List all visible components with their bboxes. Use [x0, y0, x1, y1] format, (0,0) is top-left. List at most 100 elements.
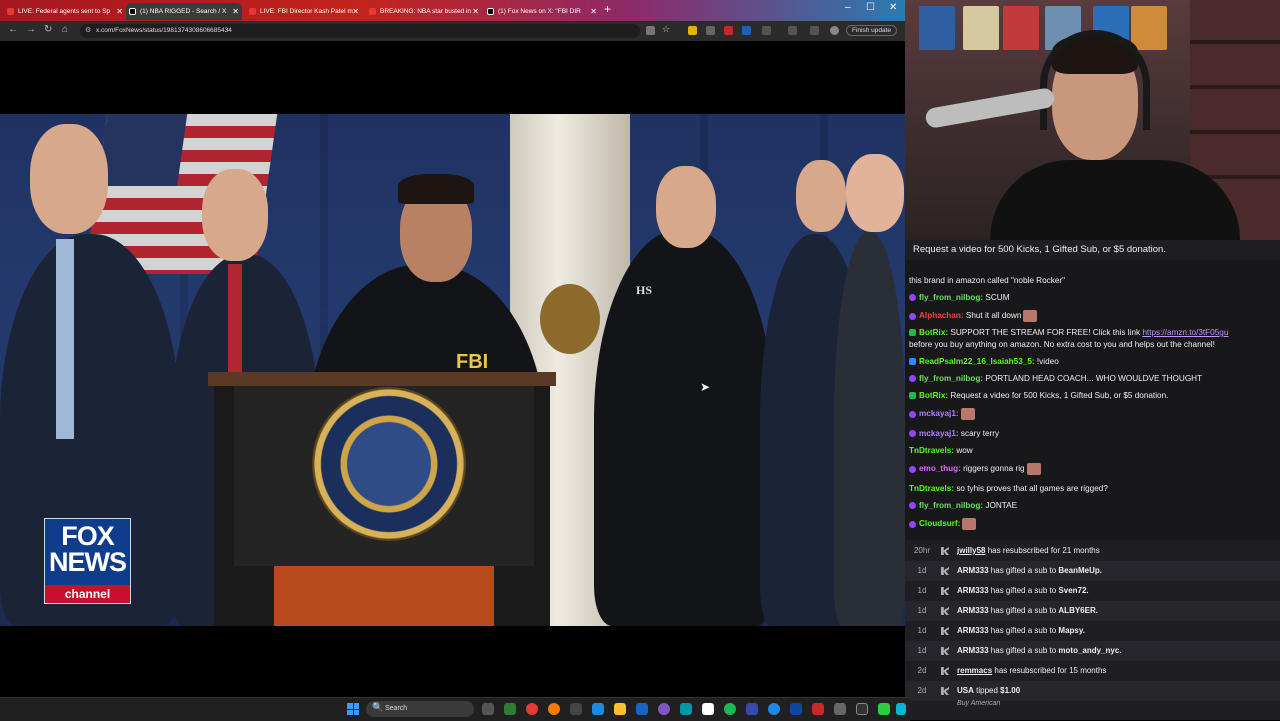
app-icon[interactable]	[834, 703, 846, 715]
site-info-icon[interactable]: ⚙	[85, 26, 91, 34]
back-button[interactable]: ←	[8, 24, 18, 35]
feed-username[interactable]: jwilly58	[957, 546, 985, 555]
browser-tab-5[interactable]: (1) Fox News on X: "FBI DIR ✕	[484, 3, 600, 20]
task-view-icon[interactable]	[482, 703, 494, 715]
download-icon[interactable]	[810, 26, 819, 35]
chat-username[interactable]: BotRix:	[919, 328, 948, 337]
feed-row[interactable]: 2d USA tipped $1.00 Buy American	[905, 681, 1280, 707]
fbi-jacket-text: FBI	[456, 351, 489, 373]
app-icon[interactable]	[658, 703, 670, 715]
folder-icon[interactable]	[614, 703, 626, 715]
feed-username[interactable]: ARM333	[957, 606, 989, 615]
tab-close-icon[interactable]: ✕	[472, 3, 479, 20]
chat-message: before you buy anything on amazon. No ex…	[909, 339, 1275, 350]
reload-button[interactable]: ↻	[44, 24, 52, 35]
app-icon[interactable]	[896, 703, 906, 715]
tab-close-icon[interactable]: ✕	[352, 3, 359, 20]
chat-text: so tyhis proves that all games are rigge…	[954, 484, 1108, 493]
app-icon[interactable]	[746, 703, 758, 715]
sidebar-icon[interactable]	[788, 26, 797, 35]
video-player[interactable]: FBI HS FOX NEWS channel ➤	[0, 41, 905, 693]
extensions-puzzle-icon[interactable]	[762, 26, 771, 35]
feed-target: $1.00	[1000, 686, 1021, 695]
feed-username[interactable]: ARM333	[957, 586, 989, 595]
feed-row[interactable]: 1d ARM333 has gifted a sub to ALBY6ER.	[905, 601, 1280, 621]
install-app-icon[interactable]	[646, 26, 655, 35]
search-label: Search	[385, 705, 408, 712]
avatar[interactable]	[830, 26, 839, 35]
app-icon[interactable]	[812, 703, 824, 715]
browser-tab-4[interactable]: BREAKING: NBA star busted in ✕	[366, 3, 482, 20]
app-icon[interactable]	[768, 703, 780, 715]
browser-tab-3[interactable]: LIVE: FBI Director Kash Patel m ✕	[246, 3, 362, 20]
chat-link[interactable]: https://amzn.to/3tF05gu	[1142, 328, 1228, 337]
chat-username[interactable]: fly_from_nilbog:	[919, 293, 983, 302]
feed-username[interactable]: ARM333	[957, 626, 989, 635]
chat-username[interactable]: emo_thug:	[919, 464, 961, 473]
feed-row[interactable]: 1d ARM333 has gifted a sub to Sven72.	[905, 581, 1280, 601]
chat-username[interactable]: Alphachan:	[919, 311, 964, 320]
windows-start-icon[interactable]	[347, 703, 359, 715]
doj-seal	[312, 387, 466, 541]
spotify-icon[interactable]	[724, 703, 736, 715]
feed-row[interactable]: 1d ARM333 has gifted a sub to BeanMeUp.	[905, 561, 1280, 581]
feed-row[interactable]: 1d ARM333 has gifted a sub to Mapsy.	[905, 621, 1280, 641]
app-icon[interactable]	[702, 703, 714, 715]
chat-message: Alphachan: Shut it all down	[909, 310, 1275, 322]
chat-username[interactable]: BotRix:	[919, 391, 948, 400]
app-icon[interactable]	[592, 703, 604, 715]
new-tab-button[interactable]: +	[604, 2, 611, 16]
app-icon[interactable]	[790, 703, 802, 715]
feed-username[interactable]: ARM333	[957, 646, 989, 655]
windows-taskbar: 🔍 Search	[0, 697, 910, 721]
browser-tab-2[interactable]: (1) NBA RIGGED - Search / X ✕	[126, 3, 242, 20]
chat-text: PORTLAND HEAD COACH... WHO WOULDVE THOUG…	[983, 374, 1203, 383]
bookmark-star-icon[interactable]: ☆	[662, 24, 671, 34]
feed-username[interactable]: ARM333	[957, 566, 989, 575]
app-icon[interactable]	[504, 703, 516, 715]
tab-close-icon[interactable]: ✕	[116, 3, 123, 20]
feed-row[interactable]: 1d ARM333 has gifted a sub to moto_andy_n…	[905, 641, 1280, 661]
chat-username[interactable]: fly_from_nilbog:	[919, 501, 983, 510]
tab-close-icon[interactable]: ✕	[590, 3, 597, 20]
chat-username[interactable]: Cloudsurf:	[919, 519, 960, 528]
feed-message: has resubscribed for 21 months	[985, 546, 1100, 555]
chat-username[interactable]: fly_from_nilbog:	[919, 374, 983, 383]
feed-row[interactable]: 20hr jwilly58 has resubscribed for 21 mon…	[905, 541, 1280, 561]
chat-username[interactable]: mckayaj1:	[919, 409, 959, 418]
extension-icon[interactable]	[706, 26, 715, 35]
finish-update-button[interactable]: Finish update	[845, 25, 897, 36]
feed-text: USA tipped $1.00	[957, 681, 1020, 701]
chat-username[interactable]: TnDtravels:	[909, 446, 954, 455]
tab-close-icon[interactable]: ✕	[232, 3, 239, 20]
app-icon[interactable]	[856, 703, 868, 715]
taskbar-search[interactable]: 🔍 Search	[366, 701, 474, 717]
close-window-button[interactable]: ✕	[889, 2, 897, 13]
app-icon[interactable]	[680, 703, 692, 715]
minimize-button[interactable]: –	[845, 2, 851, 13]
maximize-button[interactable]: ☐	[866, 2, 875, 13]
chat-username[interactable]: ReadPsalm22_16_Isaiah53_5:	[919, 357, 1035, 366]
browser-tab-strip: LIVE: Federal agents sent to Sp ✕ (1) NB…	[0, 0, 905, 21]
fox-news-logo: FOX NEWS channel	[44, 518, 131, 604]
app-icon[interactable]	[878, 703, 890, 715]
app-icon[interactable]	[570, 703, 582, 715]
feed-username[interactable]: USA	[957, 686, 974, 695]
chat-badge-icon	[909, 294, 916, 302]
feed-row[interactable]: 2d remmacs has resubscribed for 15 months	[905, 661, 1280, 681]
url-field[interactable]: ⚙ x.com/FoxNews/status/19813743086066854…	[80, 24, 640, 38]
home-button[interactable]: ⌂	[62, 24, 68, 35]
forward-button[interactable]: →	[26, 24, 36, 35]
extension-icon[interactable]	[742, 26, 751, 35]
feed-username[interactable]: remmacs	[957, 666, 992, 675]
kick-icon	[941, 667, 949, 675]
chat-text: this brand in amazon called "noble Rocke…	[909, 276, 1066, 285]
extension-icon[interactable]	[724, 26, 733, 35]
browser-tab-1[interactable]: LIVE: Federal agents sent to Sp ✕	[4, 3, 126, 20]
chat-username[interactable]: mckayaj1:	[919, 429, 959, 438]
chat-username[interactable]: TnDtravels:	[909, 484, 954, 493]
app-icon[interactable]	[636, 703, 648, 715]
extension-icon[interactable]	[688, 26, 697, 35]
app-icon[interactable]	[548, 703, 560, 715]
chrome-icon[interactable]	[526, 703, 538, 715]
